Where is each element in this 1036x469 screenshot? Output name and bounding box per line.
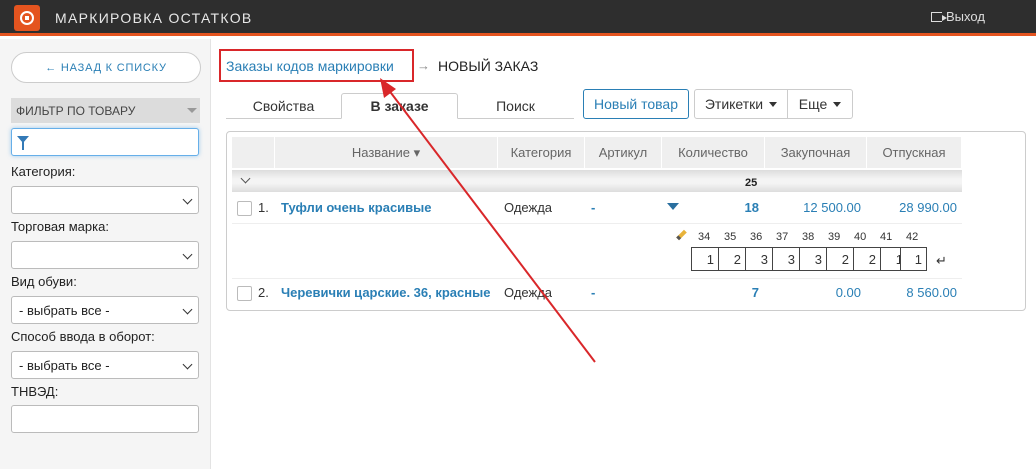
annotation-arrow: [380, 78, 596, 363]
annotation-arrow-line: [387, 88, 596, 363]
